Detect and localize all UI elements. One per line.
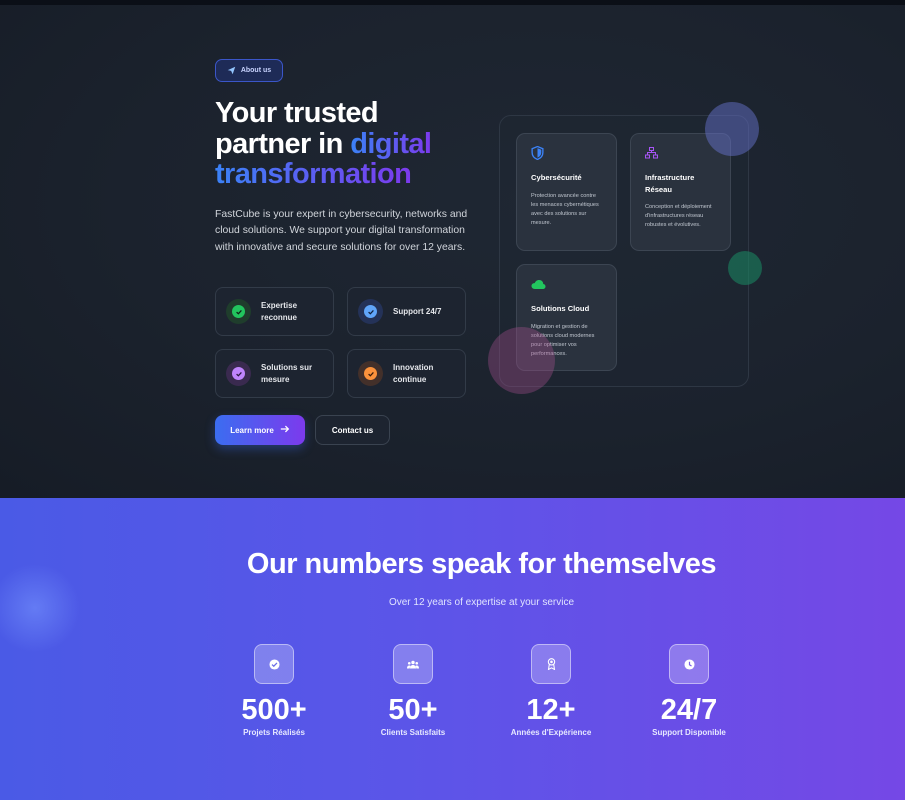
users-icon	[393, 644, 433, 684]
feature-support: Support 24/7	[347, 287, 466, 336]
check-icon	[358, 361, 383, 386]
headline-line-2: partner in	[215, 127, 351, 160]
learn-more-label: Learn more	[230, 425, 274, 435]
stat-number: 24/7	[660, 694, 718, 726]
about-us-badge[interactable]: About us	[215, 59, 283, 82]
headline-line-1: Your trusted	[215, 97, 379, 129]
stats-subtitle: Over 12 years of expertise at your servi…	[388, 597, 575, 608]
decorative-bubble-blue	[705, 102, 759, 156]
service-description: Protection avancée contre les menaces cy…	[531, 192, 599, 227]
service-description: Conception et déploiement d'infrastructu…	[645, 204, 712, 229]
stats-title: Our numbers speak for themselves	[246, 548, 717, 580]
network-icon	[645, 146, 716, 162]
feature-label: Solutions sur mesure	[261, 362, 313, 384]
learn-more-button[interactable]: Learn more	[215, 415, 305, 445]
feature-custom: Solutions sur mesure	[215, 349, 334, 398]
headline-accent-transformation: transformation	[215, 158, 412, 190]
stat-projects: 500+ Projets Réalisés	[209, 644, 339, 737]
feature-label: Innovation continue	[393, 362, 434, 384]
stat-label: Années d'Expérience	[510, 728, 592, 737]
about-us-label: About us	[240, 67, 272, 74]
service-title: Infrastructure Réseau	[645, 173, 695, 194]
decorative-bubble-pink	[488, 327, 555, 394]
shield-icon	[531, 145, 602, 162]
contact-us-button[interactable]: Contact us	[315, 415, 390, 445]
stat-number: 12+	[526, 694, 576, 726]
check-icon	[358, 299, 383, 324]
check-icon	[226, 299, 251, 324]
cloud-icon	[531, 277, 602, 293]
contact-us-label: Contact us	[331, 425, 374, 435]
hero-intro: FastCube is your expert in cybersecurity…	[215, 209, 468, 253]
decorative-bubble-green	[728, 251, 762, 285]
paper-plane-icon	[227, 66, 236, 75]
check-icon	[226, 361, 251, 386]
service-title: Solutions Cloud	[531, 304, 590, 313]
stat-clients: 50+ Clients Satisfaits	[348, 644, 478, 737]
stat-label: Projets Réalisés	[243, 728, 305, 737]
arrow-right-icon	[280, 424, 290, 436]
service-card-cybersecurity[interactable]: Cybersécurité Protection avancée contre …	[516, 133, 617, 251]
feature-innovation: Innovation continue	[347, 349, 466, 398]
service-title: Cybersécurité	[531, 173, 582, 182]
stats-section: Our numbers speak for themselves Over 12…	[0, 498, 905, 800]
stat-label: Support Disponible	[652, 728, 726, 737]
stat-label: Clients Satisfaits	[380, 728, 446, 737]
feature-expertise: Expertise reconnue	[215, 287, 334, 336]
feature-label: Expertise reconnue	[261, 300, 298, 322]
headline-accent-digital: digital	[350, 127, 432, 160]
clock-icon	[669, 644, 709, 684]
check-circle-icon	[254, 644, 294, 684]
stat-experience: 12+ Années d'Expérience	[486, 644, 616, 737]
hero-section: About us Your trusted partner in digital…	[0, 5, 905, 498]
award-icon	[531, 644, 571, 684]
feature-label: Support 24/7	[393, 306, 442, 316]
hero-headline: Your trusted partner in digital transfor…	[215, 98, 495, 190]
stat-support: 24/7 Support Disponible	[624, 644, 754, 737]
stat-number: 50+	[388, 694, 438, 726]
stat-number: 500+	[241, 694, 307, 726]
